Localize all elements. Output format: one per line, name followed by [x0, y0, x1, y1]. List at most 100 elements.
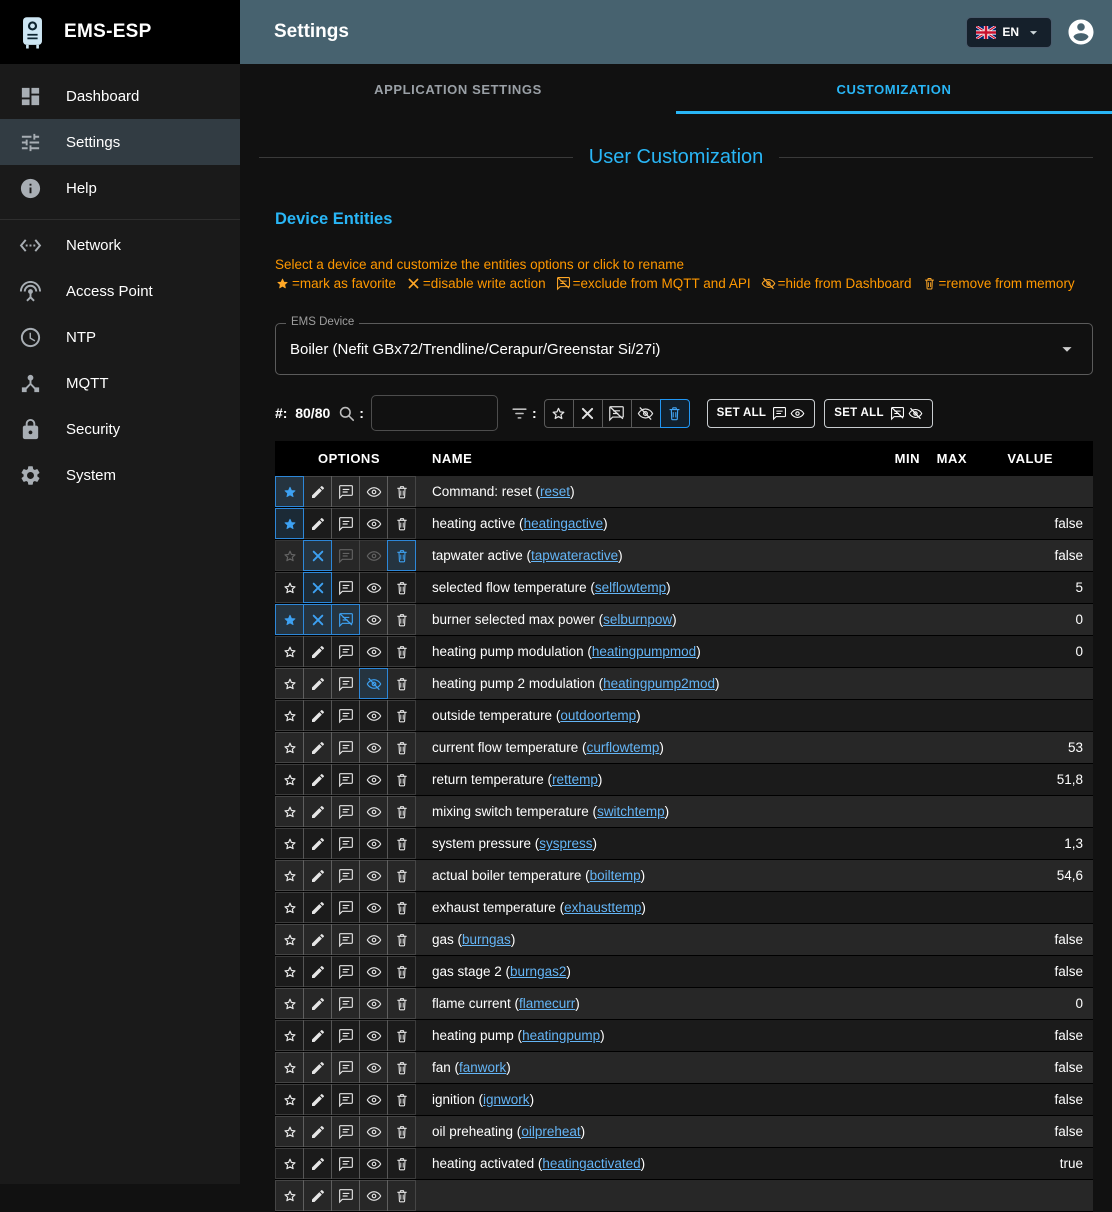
entity-link[interactable]: flamecurr — [519, 996, 575, 1011]
delete-toggle[interactable] — [387, 636, 416, 667]
entity-row[interactable]: gas (burngas)false — [275, 924, 1093, 956]
hide-dashboard-toggle[interactable] — [359, 604, 388, 635]
sidebar-item-security[interactable]: Security — [0, 406, 240, 452]
entity-row[interactable]: current flow temperature (curflowtemp)53 — [275, 732, 1093, 764]
disable-write-toggle[interactable] — [303, 1020, 332, 1051]
entity-row[interactable]: mixing switch temperature (switchtemp) — [275, 796, 1093, 828]
exclude-mqtt-toggle[interactable] — [331, 604, 360, 635]
disable-write-toggle[interactable] — [303, 1116, 332, 1147]
disable-write-toggle[interactable] — [303, 796, 332, 827]
disable-write-toggle[interactable] — [303, 1180, 332, 1211]
sidebar-item-network[interactable]: Network — [0, 222, 240, 268]
set-all-hide-button[interactable]: SET ALL — [824, 399, 933, 428]
entity-link[interactable]: heatingpump — [522, 1028, 600, 1043]
hide-dashboard-toggle[interactable] — [359, 764, 388, 795]
hide-dashboard-toggle[interactable] — [359, 476, 388, 507]
entity-row[interactable]: heating active (heatingactive)false — [275, 508, 1093, 540]
hide-dashboard-toggle[interactable] — [359, 1116, 388, 1147]
entity-link[interactable]: heatingactivated — [542, 1156, 640, 1171]
delete-toggle[interactable] — [387, 956, 416, 987]
set-all-show-button[interactable]: SET ALL — [707, 399, 816, 428]
exclude-mqtt-toggle[interactable] — [331, 764, 360, 795]
ems-device-select[interactable]: EMS Device Boiler (Nefit GBx72/Trendline… — [275, 323, 1093, 375]
hide-dashboard-toggle[interactable] — [359, 1052, 388, 1083]
disable-write-toggle[interactable] — [303, 1084, 332, 1115]
entity-row[interactable]: heating pump modulation (heatingpumpmod)… — [275, 636, 1093, 668]
hide-dashboard-toggle[interactable] — [359, 1180, 388, 1211]
exclude-mqtt-toggle[interactable] — [331, 700, 360, 731]
favorite-toggle[interactable] — [275, 604, 304, 635]
hide-dashboard-toggle[interactable] — [359, 956, 388, 987]
exclude-mqtt-toggle[interactable] — [331, 508, 360, 539]
hide-dashboard-toggle[interactable] — [359, 668, 388, 699]
sidebar-item-settings[interactable]: Settings — [0, 119, 240, 165]
entity-row[interactable]: burner selected max power (selburnpow)0 — [275, 604, 1093, 636]
entity-link[interactable]: curflowtemp — [587, 740, 660, 755]
tab-customization[interactable]: CUSTOMIZATION — [676, 64, 1112, 114]
favorite-toggle[interactable] — [275, 540, 304, 571]
hide-dashboard-toggle[interactable] — [359, 1084, 388, 1115]
account-icon[interactable] — [1066, 17, 1096, 47]
disable-write-toggle[interactable] — [303, 892, 332, 923]
disable-write-toggle[interactable] — [303, 956, 332, 987]
exclude-mqtt-toggle[interactable] — [331, 988, 360, 1019]
entity-link[interactable]: fanwork — [459, 1060, 506, 1075]
sidebar-item-mqtt[interactable]: MQTT — [0, 360, 240, 406]
delete-toggle[interactable] — [387, 892, 416, 923]
filter-hide-dashboard-toggle[interactable] — [631, 399, 661, 428]
exclude-mqtt-toggle[interactable] — [331, 828, 360, 859]
entity-link[interactable]: oilpreheat — [521, 1124, 580, 1139]
favorite-toggle[interactable] — [275, 508, 304, 539]
entity-row[interactable]: heating pump (heatingpump)false — [275, 1020, 1093, 1052]
favorite-toggle[interactable] — [275, 860, 304, 891]
hide-dashboard-toggle[interactable] — [359, 796, 388, 827]
exclude-mqtt-toggle[interactable] — [331, 668, 360, 699]
disable-write-toggle[interactable] — [303, 668, 332, 699]
hide-dashboard-toggle[interactable] — [359, 572, 388, 603]
disable-write-toggle[interactable] — [303, 732, 332, 763]
delete-toggle[interactable] — [387, 988, 416, 1019]
sidebar-item-system[interactable]: System — [0, 452, 240, 498]
entity-link[interactable]: exhausttemp — [564, 900, 641, 915]
hide-dashboard-toggle[interactable] — [359, 860, 388, 891]
entity-link[interactable]: burngas — [462, 932, 511, 947]
entity-row[interactable]: oil preheating (oilpreheat)false — [275, 1116, 1093, 1148]
language-select[interactable]: EN — [966, 17, 1052, 48]
entity-row[interactable]: selected flow temperature (selflowtemp)5 — [275, 572, 1093, 604]
entity-link[interactable]: selflowtemp — [595, 580, 666, 595]
disable-write-toggle[interactable] — [303, 540, 332, 571]
favorite-toggle[interactable] — [275, 796, 304, 827]
favorite-toggle[interactable] — [275, 732, 304, 763]
favorite-toggle[interactable] — [275, 828, 304, 859]
delete-toggle[interactable] — [387, 668, 416, 699]
exclude-mqtt-toggle[interactable] — [331, 860, 360, 891]
filter-favorite-toggle[interactable] — [544, 399, 574, 428]
favorite-toggle[interactable] — [275, 1148, 304, 1179]
entity-link[interactable]: burngas2 — [510, 964, 566, 979]
favorite-toggle[interactable] — [275, 956, 304, 987]
entity-link[interactable]: rettemp — [552, 772, 598, 787]
delete-toggle[interactable] — [387, 700, 416, 731]
delete-toggle[interactable] — [387, 1116, 416, 1147]
delete-toggle[interactable] — [387, 732, 416, 763]
favorite-toggle[interactable] — [275, 572, 304, 603]
exclude-mqtt-toggle[interactable] — [331, 1180, 360, 1211]
entity-row[interactable]: heating activated (heatingactivated)true — [275, 1148, 1093, 1180]
entity-row[interactable]: heating pump 2 modulation (heatingpump2m… — [275, 668, 1093, 700]
disable-write-toggle[interactable] — [303, 828, 332, 859]
disable-write-toggle[interactable] — [303, 988, 332, 1019]
entity-row[interactable]: tapwater active (tapwateractive)false — [275, 540, 1093, 572]
hide-dashboard-toggle[interactable] — [359, 924, 388, 955]
entity-link[interactable]: ignwork — [483, 1092, 530, 1107]
delete-toggle[interactable] — [387, 796, 416, 827]
entity-row[interactable]: ignition (ignwork)false — [275, 1084, 1093, 1116]
delete-toggle[interactable] — [387, 540, 416, 571]
delete-toggle[interactable] — [387, 1020, 416, 1051]
delete-toggle[interactable] — [387, 1052, 416, 1083]
disable-write-toggle[interactable] — [303, 700, 332, 731]
delete-toggle[interactable] — [387, 604, 416, 635]
filter-exclude-mqtt-toggle[interactable] — [602, 399, 632, 428]
exclude-mqtt-toggle[interactable] — [331, 956, 360, 987]
favorite-toggle[interactable] — [275, 1180, 304, 1211]
hide-dashboard-toggle[interactable] — [359, 540, 388, 571]
